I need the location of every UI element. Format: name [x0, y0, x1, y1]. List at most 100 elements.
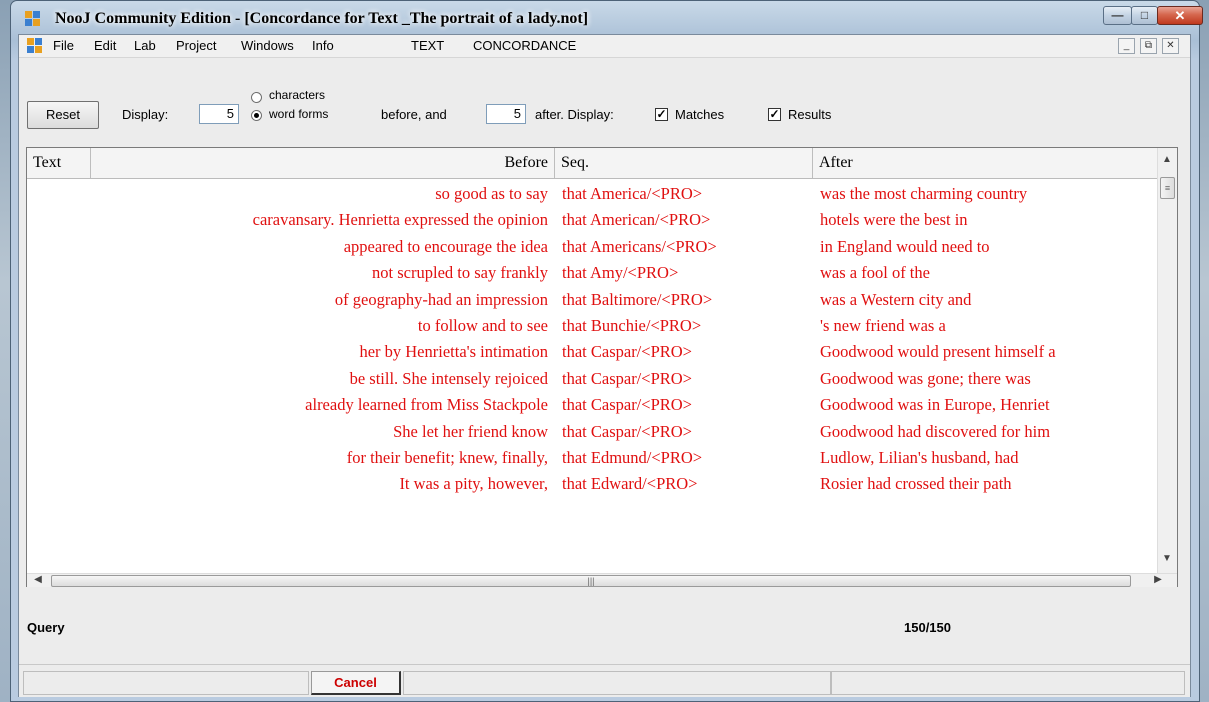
menu-windows[interactable]: Windows — [241, 38, 294, 53]
horizontal-scroll-thumb[interactable]: ||| — [51, 575, 1131, 587]
cell-after: Goodwood had discovered for him — [820, 421, 1051, 441]
result-count: 150/150 — [904, 620, 951, 635]
cell-seq: that Caspar/<PRO> — [562, 342, 692, 362]
cell-seq: that Amy/<PRO> — [562, 263, 679, 283]
word-forms-label: word forms — [269, 107, 329, 121]
cell-after: hotels were the best in — [820, 210, 968, 230]
cell-after: Goodwood would present himself a — [820, 342, 1056, 362]
maximize-button[interactable]: □ — [1131, 6, 1158, 25]
cell-after: Rosier had crossed their path — [820, 474, 1012, 494]
restore-icon: ⧉ — [1144, 40, 1153, 51]
nooj-app-icon — [25, 11, 40, 26]
menu-text[interactable]: TEXT — [411, 38, 444, 53]
cell-seq: that Caspar/<PRO> — [562, 421, 692, 441]
table-row[interactable]: be still. She intensely rejoiced that Cas… — [27, 366, 1157, 392]
reset-button[interactable]: Reset — [27, 101, 99, 129]
scroll-right-icon[interactable]: ▶ — [1149, 574, 1167, 585]
minimize-button[interactable]: — — [1103, 6, 1132, 25]
close-icon: ✕ — [1166, 40, 1175, 51]
after-display-label: after. Display: — [535, 107, 614, 122]
display-label: Display: — [122, 107, 169, 122]
title-bar[interactable]: NooJ Community Edition - [Concordance fo… — [11, 1, 1203, 35]
cell-before: already learned from Miss Stackpole — [305, 395, 548, 415]
cell-before: her by Henrietta's intimation — [359, 342, 548, 362]
characters-label: characters — [269, 88, 326, 102]
table-row[interactable]: appeared to encourage the idea that Ameri… — [27, 234, 1157, 260]
cell-seq: that Bunchie/<PRO> — [562, 316, 702, 335]
column-header-before[interactable]: Before — [91, 148, 555, 178]
vertical-scroll-thumb[interactable]: ≡ — [1160, 177, 1175, 199]
matches-label: Matches — [675, 107, 725, 122]
cell-after: Goodwood was in Europe, Henriet — [820, 395, 1050, 415]
cell-seq: that Caspar/<PRO> — [562, 368, 692, 388]
cell-after: in England would need to — [820, 236, 990, 256]
table-row[interactable]: so good as to say that America/<PRO> was t… — [27, 181, 1157, 207]
cell-after: was a fool of the — [820, 263, 930, 283]
matches-checkbox[interactable]: ✓ — [655, 108, 668, 121]
close-button[interactable]: ✕ — [1157, 6, 1203, 25]
cell-seq: that America/<PRO> — [562, 184, 703, 203]
table-row[interactable]: It was a pity, however, that Edward/<PRO>… — [27, 471, 1157, 497]
table-row[interactable]: her by Henrietta's intimation that Caspar… — [27, 339, 1157, 365]
cell-before: appeared to encourage the idea — [343, 236, 548, 256]
table-row[interactable]: for their benefit; knew, finally, that Ed… — [27, 445, 1157, 471]
cell-after: Ludlow, Lilian's husband, had — [820, 448, 1019, 467]
menu-info[interactable]: Info — [312, 38, 334, 53]
menu-bar: File Edit Lab Project Windows Info TEXT … — [19, 35, 1190, 58]
after-count-input[interactable]: 5 — [486, 104, 526, 124]
cell-before: It was a pity, however, — [399, 474, 548, 494]
query-label: Query — [27, 620, 65, 635]
table-row[interactable]: She let her friend know that Caspar/<PRO>… — [27, 419, 1157, 445]
menu-lab[interactable]: Lab — [134, 38, 156, 53]
table-row[interactable]: not scrupled to say frankly that Amy/<PRO… — [27, 260, 1157, 286]
word-forms-radio[interactable] — [251, 110, 262, 121]
status-panel-middle — [403, 671, 831, 695]
scroll-left-icon[interactable]: ◀ — [29, 574, 47, 585]
characters-radio[interactable] — [251, 92, 262, 103]
table-row[interactable]: of geography-had an impression that Balti… — [27, 287, 1157, 313]
document-icon[interactable] — [27, 38, 43, 54]
close-icon: ✕ — [1174, 8, 1186, 23]
before-and-label: before, and — [381, 107, 447, 122]
cell-seq: that American/<PRO> — [562, 210, 711, 230]
menu-file[interactable]: File — [53, 38, 74, 53]
concordance-toolbar: Reset Display: 5 characters word forms b… — [19, 58, 1190, 144]
cell-after: Goodwood was gone; there was — [820, 368, 1031, 388]
cell-seq: that Americans/<PRO> — [562, 236, 717, 256]
cell-seq: that Baltimore/<PRO> — [562, 289, 713, 309]
status-bar: Cancel — [19, 664, 1190, 697]
column-header-text[interactable]: Text — [27, 148, 91, 178]
cell-seq: that Caspar/<PRO> — [562, 395, 692, 415]
cell-before: so good as to say — [435, 184, 548, 203]
cancel-button[interactable]: Cancel — [311, 671, 401, 695]
scroll-down-icon[interactable]: ▼ — [1158, 553, 1176, 564]
cell-seq: that Edward/<PRO> — [562, 474, 698, 494]
maximize-icon: □ — [1140, 8, 1149, 22]
client-area: File Edit Lab Project Windows Info TEXT … — [18, 34, 1191, 697]
mdi-minimize-button[interactable]: _ — [1118, 38, 1135, 54]
mdi-restore-button[interactable]: ⧉ — [1140, 38, 1157, 54]
table-row[interactable]: to follow and to see that Bunchie/<PRO> 's… — [27, 313, 1157, 339]
minimize-icon: _ — [1123, 40, 1130, 51]
menu-edit[interactable]: Edit — [94, 38, 116, 53]
results-checkbox[interactable]: ✓ — [768, 108, 781, 121]
menu-project[interactable]: Project — [176, 38, 216, 53]
window-title: NooJ Community Edition - [Concordance fo… — [55, 10, 589, 27]
concordance-grid[interactable]: Text Before Seq. After so good as to say… — [26, 147, 1178, 587]
column-header-after[interactable]: After — [813, 148, 1157, 178]
cell-before: not scrupled to say frankly — [372, 263, 548, 283]
table-row[interactable]: caravansary. Henrietta expressed the opi… — [27, 207, 1157, 233]
cell-before: to follow and to see — [417, 316, 548, 335]
cell-before: She let her friend know — [393, 421, 548, 441]
column-header-seq[interactable]: Seq. — [555, 148, 813, 178]
menu-concordance[interactable]: CONCORDANCE — [473, 38, 576, 53]
cell-after: 's new friend was a — [820, 316, 946, 335]
app-window: NooJ Community Edition - [Concordance fo… — [10, 0, 1203, 702]
mdi-close-button[interactable]: ✕ — [1162, 38, 1179, 54]
scroll-up-icon[interactable]: ▲ — [1158, 154, 1176, 165]
table-row[interactable]: already learned from Miss Stackpole that … — [27, 392, 1157, 418]
cell-after: was a Western city and — [820, 289, 972, 309]
horizontal-scrollbar[interactable]: ◀ ||| ▶ — [27, 573, 1177, 587]
vertical-scrollbar[interactable]: ▲ ≡ ▼ — [1157, 148, 1177, 573]
before-count-input[interactable]: 5 — [199, 104, 239, 124]
